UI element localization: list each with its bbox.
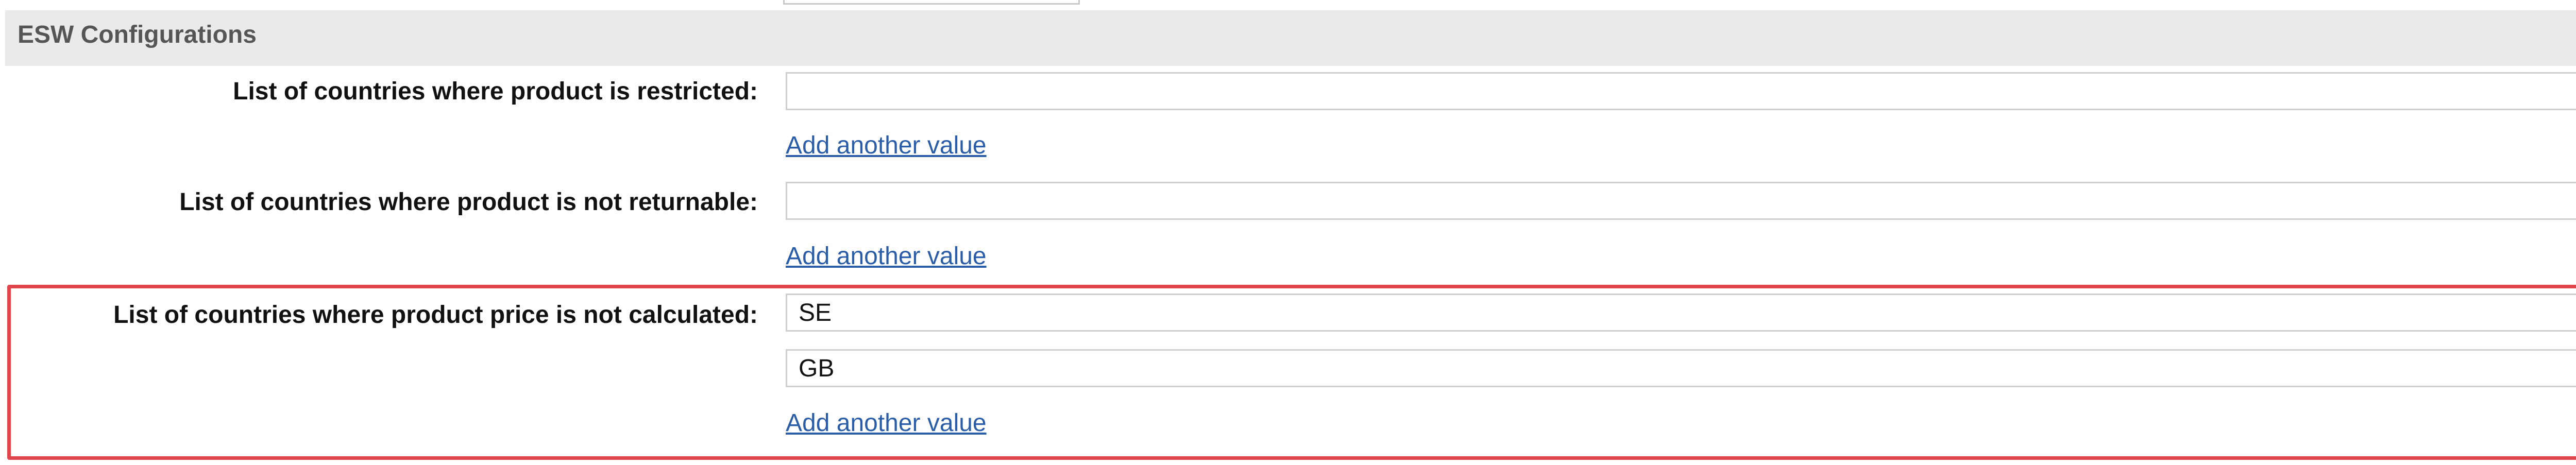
- restricted-add-value-link[interactable]: Add another value: [786, 131, 987, 160]
- top-field-stub: [783, 0, 1080, 5]
- restricted-countries-input[interactable]: [786, 72, 2576, 110]
- price-not-calculated-input-1[interactable]: [786, 294, 2576, 332]
- section-header: [5, 10, 2576, 66]
- price-not-calculated-add-value-link[interactable]: Add another value: [786, 409, 987, 437]
- not-returnable-countries-input[interactable]: [786, 182, 2576, 220]
- price-not-calculated-input-2[interactable]: [786, 349, 2576, 387]
- section-title: ESW Configurations: [18, 21, 257, 48]
- not-returnable-countries-label: List of countries where product is not r…: [179, 188, 758, 216]
- price-not-calculated-countries-label: List of countries where product price is…: [113, 301, 758, 329]
- not-returnable-add-value-link[interactable]: Add another value: [786, 242, 987, 270]
- restricted-countries-label: List of countries where product is restr…: [233, 78, 758, 105]
